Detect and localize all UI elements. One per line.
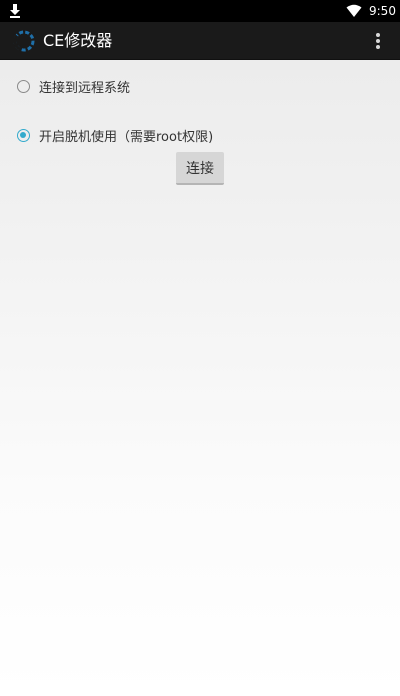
ce-logo-icon — [13, 30, 35, 52]
download-icon — [10, 4, 20, 18]
wifi-icon — [346, 4, 362, 17]
radio-option-offline[interactable]: 开启脱机使用（需要root权限) — [17, 124, 213, 146]
radio-label-offline: 开启脱机使用（需要root权限) — [39, 129, 214, 145]
app-title: CE修改器 — [43, 31, 113, 50]
app-bar: CE修改器 — [0, 22, 400, 60]
overflow-menu-icon[interactable] — [367, 28, 389, 54]
menu-dot — [376, 33, 380, 37]
connect-button[interactable]: 连接 — [176, 152, 224, 185]
radio-button-remote[interactable] — [17, 79, 30, 93]
radio-label-remote: 连接到远程系统 — [39, 80, 131, 96]
status-time: 9:50 — [369, 4, 396, 18]
radio-button-offline[interactable] — [17, 128, 30, 142]
menu-dot — [376, 45, 380, 49]
status-bar: 9:50 — [0, 0, 400, 22]
radio-option-remote[interactable]: 连接到远程系统 — [17, 75, 130, 97]
menu-dot — [376, 39, 380, 43]
